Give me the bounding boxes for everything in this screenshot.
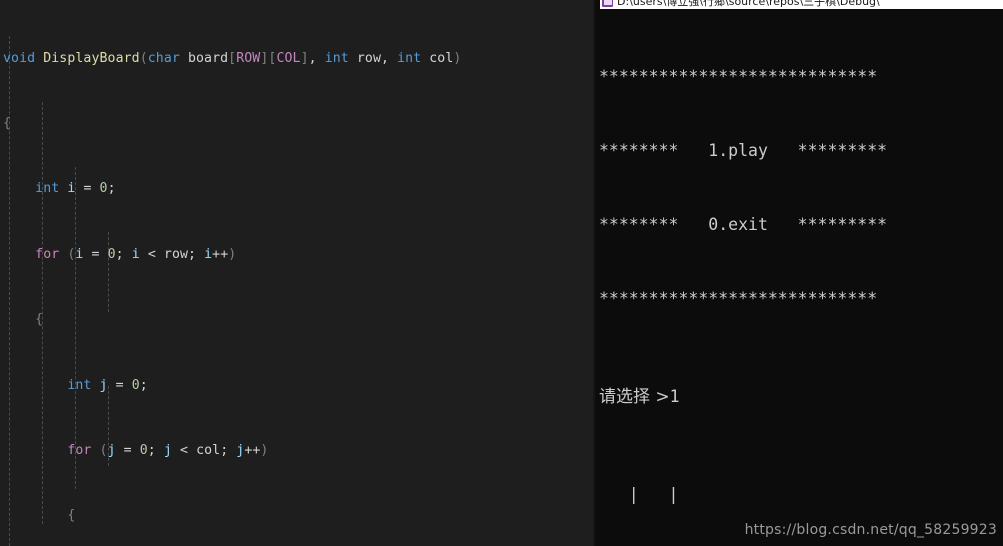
prompt-choice-line: 请选择 >1 <box>599 385 1003 410</box>
console-title-text: D:\users\博立强\行鄉\source\repos\三子棋\Debug\ <box>617 0 880 8</box>
banner-top-line: **************************** <box>599 67 878 87</box>
menu-item-play: ******** 1.play ********* <box>599 140 888 160</box>
code-line-7: for (j = 0; j < col; j++) <box>67 442 269 458</box>
banner-bottom-line: **************************** <box>599 288 878 308</box>
console-output: **************************** ******** 1.… <box>595 10 1003 546</box>
board-row-1: | | <box>599 485 709 505</box>
screenshot-root: void DisplayBoard(char board[ROW][COL], … <box>0 0 1003 546</box>
code-editor-pane[interactable]: void DisplayBoard(char board[ROW][COL], … <box>0 0 593 546</box>
watermark-url: https://blog.csdn.net/qq_58259923 <box>744 522 997 538</box>
code-line-3: int i = 0; <box>35 181 116 197</box>
code-line-1: void DisplayBoard(char board[ROW][COL], … <box>3 50 462 66</box>
console-titlebar[interactable]: D:\users\博立强\行鄉\source\repos\三子棋\Debug\ <box>600 0 1003 9</box>
code-text[interactable]: void DisplayBoard(char board[ROW][COL], … <box>0 0 593 546</box>
console-pane[interactable]: D:\users\博立强\行鄉\source\repos\三子棋\Debug\ … <box>593 0 1003 546</box>
console-app-icon <box>602 0 613 7</box>
code-line-8: { <box>67 508 76 524</box>
code-line-2: { <box>3 115 12 131</box>
prompt-choice-label: 请选择 > <box>599 386 670 407</box>
prompt-choice-value: 1 <box>669 386 680 406</box>
code-line-4: for (i = 0; i < row; i++) <box>35 246 237 262</box>
code-line-6: int j = 0; <box>67 377 148 393</box>
code-line-5: { <box>35 312 44 328</box>
menu-item-exit: ******** 0.exit ********* <box>599 214 888 234</box>
